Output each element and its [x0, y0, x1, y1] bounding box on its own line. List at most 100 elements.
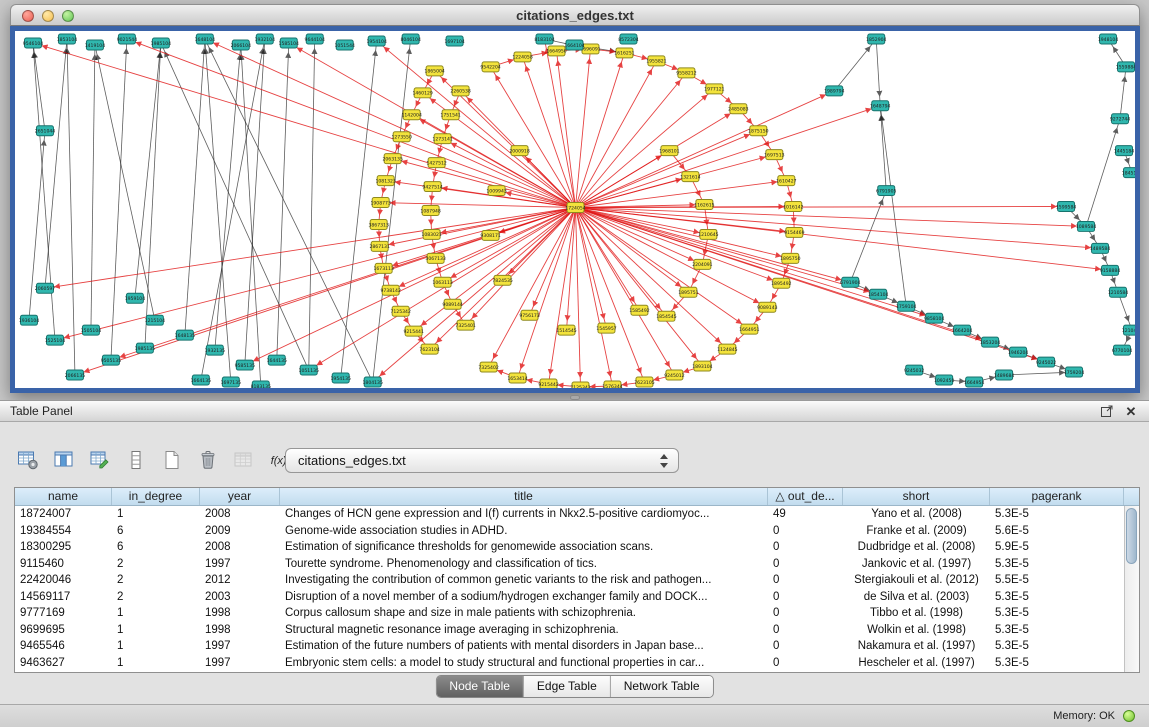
graph-node[interactable]: 1948104 [1098, 34, 1118, 44]
new-column-icon[interactable] [160, 448, 184, 472]
graph-node[interactable]: 2260538 [450, 86, 470, 96]
table-row[interactable]: 946362711997Embryonic stem cells: a mode… [15, 655, 1139, 672]
graph-node[interactable]: 1051135 [299, 365, 319, 375]
graph-node[interactable]: 1124845 [717, 344, 737, 354]
graph-node[interactable]: 9858104 [924, 313, 944, 323]
graph-node[interactable]: 1989794 [824, 86, 844, 96]
tab-edge-table[interactable]: Edge Table [524, 676, 611, 697]
graph-node[interactable]: 9089144 [442, 299, 462, 309]
tab-node-table[interactable]: Node Table [436, 676, 524, 697]
column-header-in_degree[interactable]: in_degree [112, 488, 200, 505]
table-selector-dropdown[interactable]: citations_edges.txt [285, 448, 679, 473]
network-canvas[interactable]: 1724054 1865004 1460129 1142004 1273550 20631… [15, 31, 1135, 388]
graph-node[interactable]: 8572304 [618, 34, 638, 44]
graph-node[interactable]: 2651044 [35, 126, 55, 136]
graph-node[interactable]: 1804135 [362, 377, 382, 387]
table-mode-icon[interactable] [16, 448, 40, 472]
graph-node[interactable]: 1854545 [656, 311, 676, 321]
graph-node[interactable]: 1954104 [366, 36, 386, 46]
graph-node[interactable]: 1505104 [81, 325, 101, 335]
graph-node[interactable]: 3867313 [368, 219, 388, 229]
graph-node[interactable]: 1955821 [646, 56, 666, 66]
graph-node[interactable]: 1419104 [85, 40, 105, 50]
window-close-button[interactable] [22, 10, 34, 22]
graph-node[interactable]: 9644104 [305, 34, 325, 44]
rename-column-icon[interactable] [232, 448, 256, 472]
column-header-short[interactable]: short [843, 488, 990, 505]
graph-node[interactable]: 1895492 [771, 278, 791, 288]
graph-node[interactable]: 9308171 [480, 230, 500, 240]
graph-node[interactable]: 1865004 [424, 66, 444, 76]
graph-node[interactable]: 1895750 [780, 253, 800, 263]
graph-node[interactable]: 1081323 [375, 176, 395, 186]
graph-node[interactable]: 2867131 [369, 241, 389, 251]
graph-node[interactable]: 1697104 [444, 36, 464, 46]
graph-node[interactable]: 1063113 [432, 277, 452, 287]
graph-node[interactable]: 1664954 [964, 377, 984, 387]
graph-node[interactable]: 8046104 [400, 34, 420, 44]
graph-node[interactable]: 1893104 [692, 361, 712, 371]
graph-node[interactable]: 1664951 [739, 324, 759, 334]
table-row[interactable]: 946554611997Estimation of the future num… [15, 638, 1139, 655]
table-row[interactable]: 1456911722003Disruption of a novel membe… [15, 589, 1139, 606]
graph-node[interactable]: 7325401 [455, 320, 475, 330]
column-header-name[interactable]: name [15, 488, 112, 505]
graph-node[interactable]: 1954135 [331, 373, 351, 383]
graph-node[interactable]: 1585492 [629, 305, 649, 315]
graph-node[interactable]: 8183104 [534, 34, 554, 44]
graph-node[interactable]: 8183135 [251, 381, 271, 388]
graph-node[interactable]: 1460129 [412, 88, 432, 98]
graph-node[interactable]: 9245032 [904, 365, 924, 375]
graph-node[interactable]: 1585104 [279, 38, 299, 48]
graph-node[interactable]: 1489684 [994, 370, 1014, 380]
table-row[interactable]: 1938455462009Genome-wide association stu… [15, 523, 1139, 540]
graph-node[interactable]: 7824535 [492, 275, 512, 285]
graph-node[interactable]: 7125342 [390, 306, 410, 316]
graph-node[interactable]: 1559884 [1116, 62, 1135, 72]
graph-node[interactable]: 1210484 [1122, 325, 1135, 335]
graph-node[interactable]: 1514545 [556, 325, 576, 335]
graph-node[interactable]: 1697135 [221, 377, 241, 387]
graph-node[interactable]: 9272744 [1110, 114, 1130, 124]
graph-node[interactable]: 1932104 [255, 34, 275, 44]
graph-node[interactable]: 2066104 [231, 40, 251, 50]
graph-node[interactable]: 1977121 [704, 84, 724, 94]
graph-node[interactable]: 1959104 [125, 293, 145, 303]
graph-node[interactable]: 1321614 [680, 172, 700, 182]
column-header-out_degree[interactable]: △ out_de... [768, 488, 843, 505]
graph-node[interactable]: 1673113 [373, 263, 393, 273]
graph-node[interactable]: 1968101 [659, 146, 679, 156]
graph-node[interactable]: 9546104 [23, 38, 43, 48]
graph-node[interactable]: 1576344 [602, 381, 622, 388]
graph-node[interactable]: 6791905 [876, 186, 896, 196]
graph-node[interactable]: 1273550 [391, 132, 411, 142]
graph-node[interactable]: 1946204 [1008, 347, 1028, 357]
graph-node[interactable]: 9245022 [1036, 357, 1056, 367]
graph-node[interactable]: 1162615 [694, 200, 714, 210]
graph-node[interactable]: 1853104 [57, 34, 77, 44]
graph-node[interactable]: 1664135 [191, 375, 211, 385]
graph-node[interactable]: 1759104 [896, 301, 916, 311]
graph-node[interactable]: 1985104 [151, 38, 171, 48]
graph-node[interactable]: 9756173 [519, 310, 539, 320]
graph-node[interactable]: 7623105 [634, 377, 654, 387]
graph-node[interactable]: 1852904 [866, 34, 886, 44]
graph-node[interactable]: 2000918 [509, 146, 529, 156]
graph-node[interactable]: 2063135 [382, 154, 402, 164]
graph-node[interactable]: 9738142 [380, 285, 400, 295]
graph-node[interactable]: 1142004 [401, 110, 421, 120]
show-columns-icon[interactable] [52, 448, 76, 472]
graph-node[interactable]: 7623104 [419, 344, 439, 354]
graph-node[interactable]: 1653414 [507, 373, 527, 383]
graph-node[interactable]: 1724054 [565, 203, 585, 213]
table-row[interactable]: 911546021997Tourette syndrome. Phenomeno… [15, 556, 1139, 573]
graph-node[interactable]: 1210645 [698, 229, 718, 239]
delete-column-icon[interactable] [196, 448, 220, 472]
graph-node[interactable]: 1427512 [426, 158, 446, 168]
graph-node[interactable]: 1648794 [870, 101, 890, 111]
graph-node[interactable]: 3067133 [425, 253, 445, 263]
table-row[interactable]: 969969511998Structural magnetic resonanc… [15, 622, 1139, 639]
graph-node[interactable]: 6791904 [840, 277, 860, 287]
scrollbar-thumb[interactable] [1126, 508, 1137, 564]
graph-node[interactable]: 1845184 [1122, 168, 1135, 178]
